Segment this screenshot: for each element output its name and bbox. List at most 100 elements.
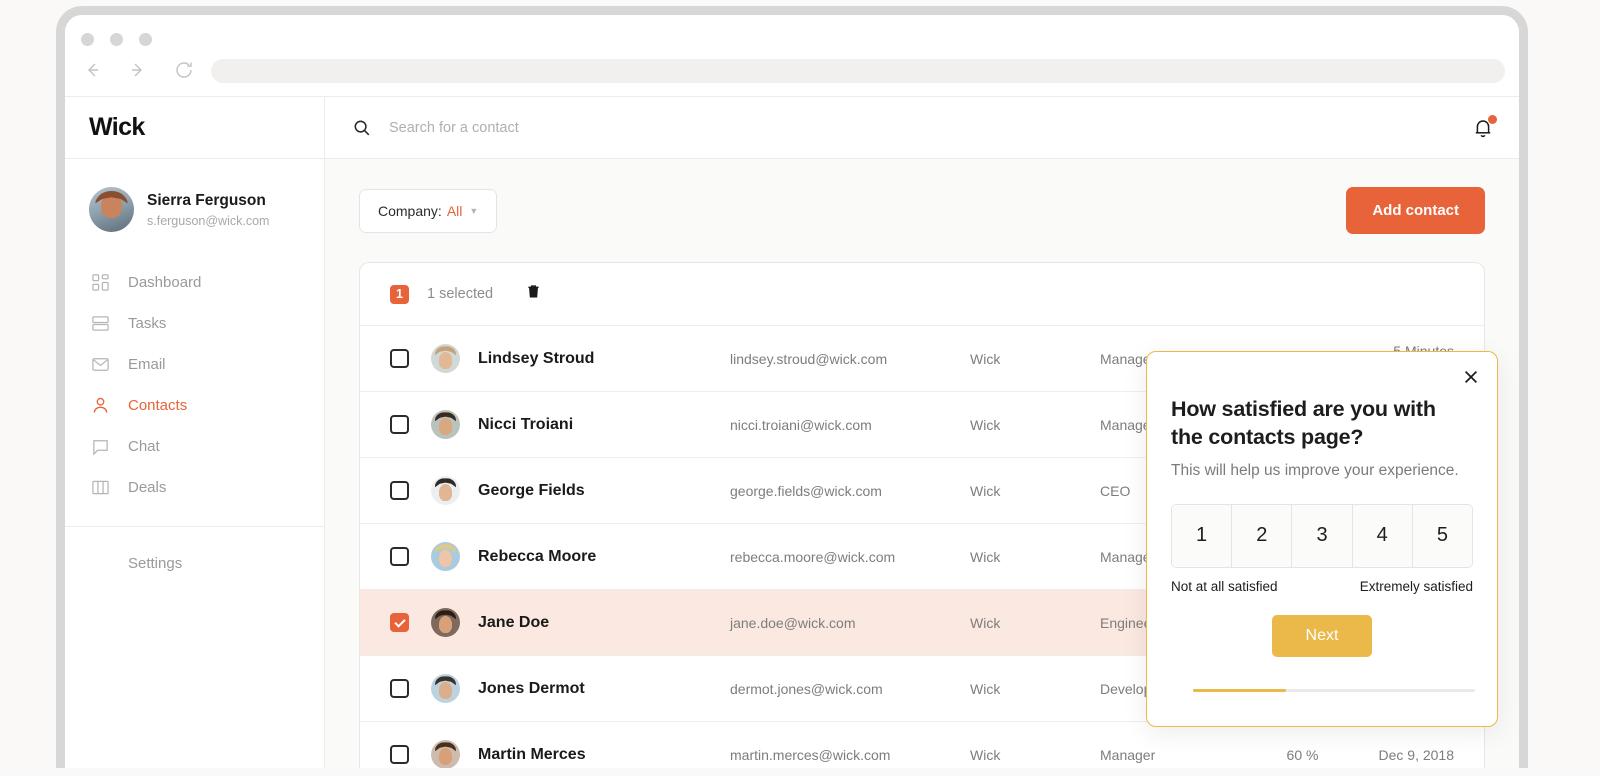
- dashboard-icon: [92, 274, 109, 291]
- sidebar: Wick Sierra Ferguson s.ferguson@wick.com…: [65, 97, 325, 768]
- sidebar-item-label: Tasks: [128, 315, 167, 332]
- row-checkbox[interactable]: [390, 547, 409, 566]
- toolbar: Company: All ▼ Add contact: [359, 187, 1485, 234]
- notification-dot: [1488, 114, 1497, 124]
- avatar: [431, 674, 460, 703]
- sidebar-item-dashboard[interactable]: Dashboard: [65, 262, 324, 303]
- contact-name: Martin Merces: [478, 745, 586, 763]
- sidebar-divider: [65, 526, 324, 527]
- contact-percent: 60 %: [1286, 746, 1319, 763]
- contact-email: george.fields@wick.com: [730, 482, 882, 499]
- sidebar-item-label: Dashboard: [128, 274, 202, 291]
- avatar: [431, 740, 460, 768]
- avatar: [431, 608, 460, 637]
- chat-icon: [93, 440, 108, 456]
- brand: Wick: [65, 97, 324, 159]
- contact-email: nicci.troiani@wick.com: [730, 416, 872, 433]
- profile-email: s.ferguson@wick.com: [147, 213, 270, 228]
- contact-role: Manager: [1100, 746, 1156, 763]
- browser-nav-buttons: [81, 59, 195, 81]
- row-checkbox[interactable]: [390, 679, 409, 698]
- sidebar-item-label: Email: [128, 356, 166, 373]
- avatar: [431, 542, 460, 571]
- search-icon: [354, 119, 370, 135]
- sidebar-item-deals[interactable]: Deals: [65, 467, 324, 508]
- rating-scale: 12345: [1171, 503, 1473, 568]
- close-icon[interactable]: [1462, 368, 1480, 386]
- company-filter[interactable]: Company: All ▼: [359, 188, 498, 233]
- contact-email: martin.merces@wick.com: [730, 746, 891, 763]
- user-profile[interactable]: Sierra Ferguson s.ferguson@wick.com: [65, 159, 324, 232]
- selected-label: 1 selected: [427, 286, 494, 302]
- avatar: [431, 344, 460, 373]
- sidebar-item-settings[interactable]: Settings: [65, 543, 324, 584]
- sidebar-item-label: Chat: [128, 438, 160, 455]
- sidebar-item-contacts[interactable]: Contacts: [65, 385, 324, 426]
- contact-email: dermot.jones@wick.com: [730, 680, 883, 697]
- deals-icon: [92, 480, 109, 495]
- survey-subtitle: This will help us improve your experienc…: [1171, 462, 1459, 480]
- survey-modal: How satisfied are you with the contacts …: [1146, 351, 1498, 727]
- reload-icon[interactable]: [173, 59, 195, 81]
- contact-email: jane.doe@wick.com: [730, 614, 856, 631]
- contact-name: Nicci Troiani: [478, 415, 574, 433]
- brand-name: Wick: [89, 113, 145, 141]
- contact-name: Jones Dermot: [478, 679, 585, 697]
- row-checkbox[interactable]: [390, 481, 409, 500]
- rating-option-1[interactable]: 1: [1172, 504, 1233, 567]
- row-checkbox[interactable]: [390, 613, 409, 632]
- sidebar-item-email[interactable]: Email: [65, 344, 324, 385]
- contact-company: Wick: [970, 680, 1001, 697]
- survey-progress-bar: [1193, 689, 1475, 692]
- window-close-dot[interactable]: [81, 33, 94, 46]
- scale-labels: Not at all satisfied Extremely satisfied: [1171, 579, 1473, 594]
- sidebar-item-label: Deals: [128, 479, 167, 496]
- arrow-right-icon[interactable]: [127, 59, 149, 81]
- search-input[interactable]: Search for a contact: [353, 119, 1455, 137]
- notification-bell[interactable]: [1471, 114, 1497, 140]
- avatar: [89, 187, 134, 232]
- window-maximize-dot[interactable]: [139, 33, 152, 46]
- contact-email: rebecca.moore@wick.com: [730, 548, 896, 565]
- topbar: Search for a contact: [325, 97, 1519, 159]
- row-checkbox[interactable]: [390, 415, 409, 434]
- contact-company: Wick: [970, 548, 1001, 565]
- contact-company: Wick: [970, 416, 1001, 433]
- chevron-down-icon: ▼: [469, 205, 479, 216]
- rating-option-3[interactable]: 3: [1292, 504, 1353, 567]
- rating-option-5[interactable]: 5: [1412, 504, 1472, 567]
- url-bar[interactable]: [211, 59, 1505, 83]
- survey-question: How satisfied are you with the contacts …: [1171, 397, 1436, 449]
- contacts-icon: [93, 397, 108, 413]
- contact-name: Rebecca Moore: [478, 547, 597, 565]
- row-checkbox[interactable]: [390, 349, 409, 368]
- trash-icon[interactable]: [525, 283, 542, 305]
- rating-option-2[interactable]: 2: [1232, 504, 1293, 567]
- sidebar-item-tasks[interactable]: Tasks: [65, 303, 324, 344]
- contact-name: George Fields: [478, 481, 585, 499]
- next-button-wrap: Next: [1171, 614, 1473, 657]
- avatar: [431, 476, 460, 505]
- filter-label: Company:: [378, 202, 442, 219]
- window-minimize-dot[interactable]: [110, 33, 123, 46]
- add-contact-button[interactable]: Add contact: [1346, 187, 1485, 234]
- selected-count-badge: 1: [390, 284, 409, 304]
- contact-company: Wick: [970, 350, 1001, 367]
- contact-name: Jane Doe: [478, 613, 550, 631]
- table-toolbar: 1 1 selected: [360, 263, 1484, 326]
- filter-value: All: [446, 202, 463, 219]
- sidebar-item-chat[interactable]: Chat: [65, 426, 324, 467]
- sidebar-nav: Dashboard Tasks Email Contacts Chat Deal…: [65, 262, 324, 584]
- contact-name: Lindsey Stroud: [478, 349, 595, 367]
- rating-option-4[interactable]: 4: [1352, 504, 1413, 567]
- contact-email: lindsey.stroud@wick.com: [730, 350, 888, 367]
- table-row[interactable]: Martin Merces martin.merces@wick.com Wick M…: [360, 722, 1484, 768]
- next-button[interactable]: Next: [1271, 614, 1373, 657]
- sidebar-item-label: Contacts: [128, 397, 188, 414]
- tasks-icon: [92, 316, 109, 331]
- row-checkbox[interactable]: [390, 745, 409, 764]
- contact-time: Dec 9, 2018: [1378, 746, 1455, 763]
- arrow-left-icon[interactable]: [81, 59, 103, 81]
- contact-company: Wick: [970, 482, 1001, 499]
- contact-company: Wick: [970, 746, 1001, 763]
